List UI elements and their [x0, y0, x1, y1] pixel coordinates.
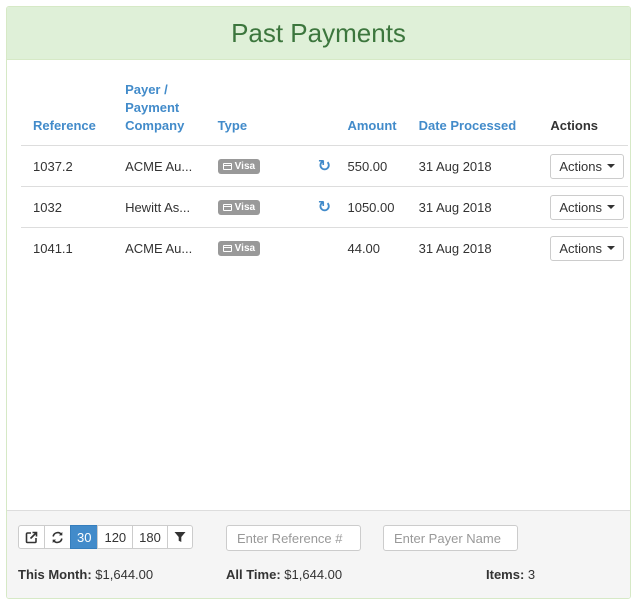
external-link-icon — [25, 531, 38, 543]
actions-dropdown-button[interactable]: Actions — [550, 194, 624, 220]
row-type: Visa — [205, 227, 306, 268]
row-company: Hewitt As... — [113, 186, 206, 228]
payer-search-input[interactable] — [383, 525, 518, 551]
row-amount: 44.00 — [335, 227, 407, 268]
table-row: 1037.2 ACME Au... Visa ↻ 550.00 31 Aug 2018 Ac… — [21, 145, 628, 187]
column-amount[interactable]: Amount — [335, 81, 406, 146]
row-company: ACME Au... — [113, 145, 206, 187]
visa-badge: Visa — [217, 159, 261, 174]
range-30-button[interactable]: 30 — [70, 525, 99, 549]
column-reference[interactable]: Reference — [21, 81, 113, 146]
actions-dropdown-button[interactable]: Actions — [550, 153, 624, 179]
row-date: 31 Aug 2018 — [406, 145, 539, 187]
row-refresh: ↻ — [305, 186, 336, 228]
chevron-down-icon — [607, 246, 615, 250]
row-reference: 1032 — [21, 186, 114, 228]
table-row: 1041.1 ACME Au... Visa 44.00 31 Aug 2018 Acti… — [21, 227, 628, 268]
actions-dropdown-button[interactable]: Actions — [550, 235, 624, 261]
row-amount: 1050.00 — [335, 186, 407, 228]
reference-search-input[interactable] — [226, 525, 361, 551]
row-refresh — [305, 227, 336, 268]
column-refresh — [306, 81, 336, 146]
row-type: Visa — [205, 145, 306, 187]
chevron-down-icon — [607, 205, 615, 209]
range-180-button[interactable]: 180 — [132, 525, 168, 549]
row-actions: Actions — [538, 186, 628, 228]
refresh-icon — [52, 531, 63, 543]
range-120-button[interactable]: 120 — [97, 525, 134, 549]
this-month-total: This Month: $1,644.00 — [18, 567, 154, 582]
credit-card-icon — [222, 245, 232, 252]
table-footer: 30 120 180 This Month: $1,644.00 All Tim… — [7, 510, 630, 598]
column-type[interactable]: Type — [206, 81, 306, 146]
refresh-icon[interactable]: ↻ — [318, 156, 331, 176]
column-actions: Actions — [550, 118, 599, 133]
credit-card-icon — [222, 163, 232, 170]
row-actions: Actions — [538, 227, 628, 268]
row-reference: 1037.2 — [21, 145, 114, 187]
payments-table: Reference Payer / Payment Company Type A… — [21, 81, 628, 268]
row-date: 31 Aug 2018 — [406, 227, 539, 268]
visa-badge: Visa — [217, 200, 261, 215]
column-date-processed[interactable]: Date Processed — [407, 81, 539, 146]
refresh-icon[interactable]: ↻ — [318, 197, 331, 217]
range-button-group: 30 120 180 — [18, 525, 193, 549]
row-refresh: ↻ — [305, 145, 336, 187]
all-time-total: All Time: $1,644.00 — [226, 567, 343, 582]
items-count: Items: 3 — [486, 567, 536, 582]
past-payments-panel: Past Payments Reference Payer / Payment … — [6, 6, 631, 599]
row-amount: 550.00 — [335, 145, 407, 187]
filter-icon — [174, 532, 186, 542]
row-date: 31 Aug 2018 — [406, 186, 539, 228]
panel-header: Past Payments — [7, 7, 630, 60]
row-company: ACME Au... — [113, 227, 206, 268]
chevron-down-icon — [607, 164, 615, 168]
row-type: Visa — [205, 186, 306, 228]
filter-button[interactable] — [166, 525, 193, 549]
credit-card-icon — [222, 204, 232, 211]
row-actions: Actions — [538, 145, 628, 187]
row-reference: 1041.1 — [21, 227, 114, 268]
column-payer-company[interactable]: Payer / Payment Company — [113, 81, 206, 146]
refresh-button[interactable] — [44, 525, 71, 549]
export-button[interactable] — [18, 525, 45, 549]
page-title: Past Payments — [231, 17, 406, 48]
visa-badge: Visa — [217, 241, 261, 256]
table-header-row: Reference Payer / Payment Company Type A… — [21, 81, 628, 146]
table-row: 1032 Hewitt As... Visa ↻ 1050.00 31 Aug 2018 A… — [21, 186, 628, 228]
